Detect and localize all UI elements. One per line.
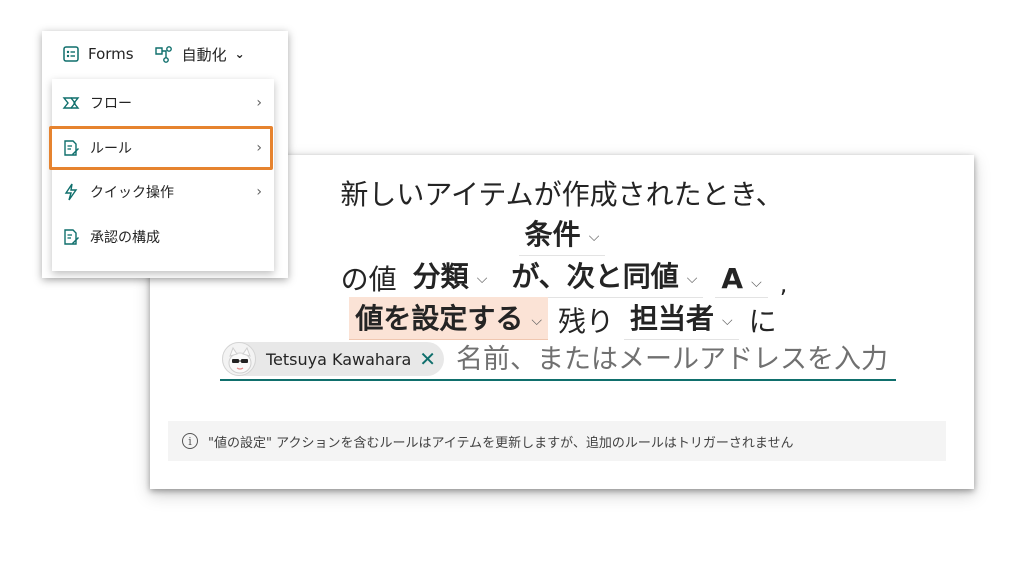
flow-icon	[62, 97, 80, 109]
menu-item-flow[interactable]: フロー ›	[52, 81, 274, 125]
info-icon: i	[182, 433, 198, 449]
prefix-text: の値	[340, 263, 397, 296]
chevron-right-icon: ›	[256, 95, 262, 111]
column-dropdown[interactable]: 分類 ⌵	[406, 255, 494, 298]
condition-dropdown[interactable]: 条件 ⌵	[518, 213, 606, 256]
automate-menu: フロー › ルール › クイック操作 › 承認の構成	[52, 79, 274, 271]
trigger-text: 新しいアイテムが作成されたとき、	[340, 178, 784, 211]
avatar	[222, 342, 256, 376]
automate-button[interactable]: 自動化 ⌄	[154, 44, 245, 65]
action-dropdown[interactable]: 値を設定する ⌵	[349, 297, 548, 340]
menu-item-rules[interactable]: ルール ›	[52, 126, 274, 170]
chevron-right-icon: ›	[256, 184, 262, 200]
forms-button[interactable]: Forms	[62, 45, 134, 63]
value-dropdown[interactable]: A ⌵	[715, 262, 768, 298]
approval-icon	[64, 229, 79, 245]
person-name: Tetsuya Kawahara	[266, 349, 412, 369]
forms-icon	[63, 46, 79, 62]
suffix-text: に	[748, 305, 777, 338]
person-search-input[interactable]	[454, 342, 896, 376]
chevron-down-icon: ⌵	[531, 313, 542, 329]
menu-item-approvals[interactable]: 承認の構成	[52, 215, 274, 259]
info-text: "値の設定" アクションを含むルールはアイテムを更新しますが、追加のルールはトリ…	[208, 435, 794, 451]
automate-icon	[154, 46, 172, 63]
chevron-right-icon: ›	[256, 140, 262, 156]
operator-dropdown[interactable]: が、次と同値 ⌵	[505, 255, 704, 298]
chevron-down-icon: ⌵	[751, 274, 762, 291]
rule-action-line: 値を設定する ⌵ 残り 担当者 ⌵ に	[150, 297, 974, 340]
comma-text: ,	[779, 270, 788, 298]
chevron-down-icon: ⌄	[234, 47, 245, 61]
people-picker: Tetsuya Kawahara ✕	[220, 339, 896, 381]
menu-item-quick-steps[interactable]: クイック操作 ›	[52, 170, 274, 214]
lightning-icon	[64, 183, 78, 201]
toolbar-panel: Forms 自動化 ⌄ フロー › ルール › クイック操作 › 承認の構成	[42, 31, 288, 278]
person-pill[interactable]: Tetsuya Kawahara ✕	[222, 342, 445, 376]
chevron-down-icon: ⌵	[476, 271, 488, 287]
rule-icon	[64, 140, 79, 156]
chevron-down-icon: ⌵	[722, 313, 733, 329]
remove-person-icon[interactable]: ✕	[419, 349, 436, 369]
info-message-bar: i "値の設定" アクションを含むルールはアイテムを更新しますが、追加のルールは…	[168, 421, 946, 461]
chevron-down-icon: ⌵	[588, 229, 600, 245]
target-column-dropdown[interactable]: 担当者 ⌵	[624, 297, 739, 340]
command-bar: Forms 自動化 ⌄	[42, 31, 288, 77]
chevron-down-icon: ⌵	[686, 271, 698, 287]
remaining-text: 残り	[557, 305, 614, 338]
